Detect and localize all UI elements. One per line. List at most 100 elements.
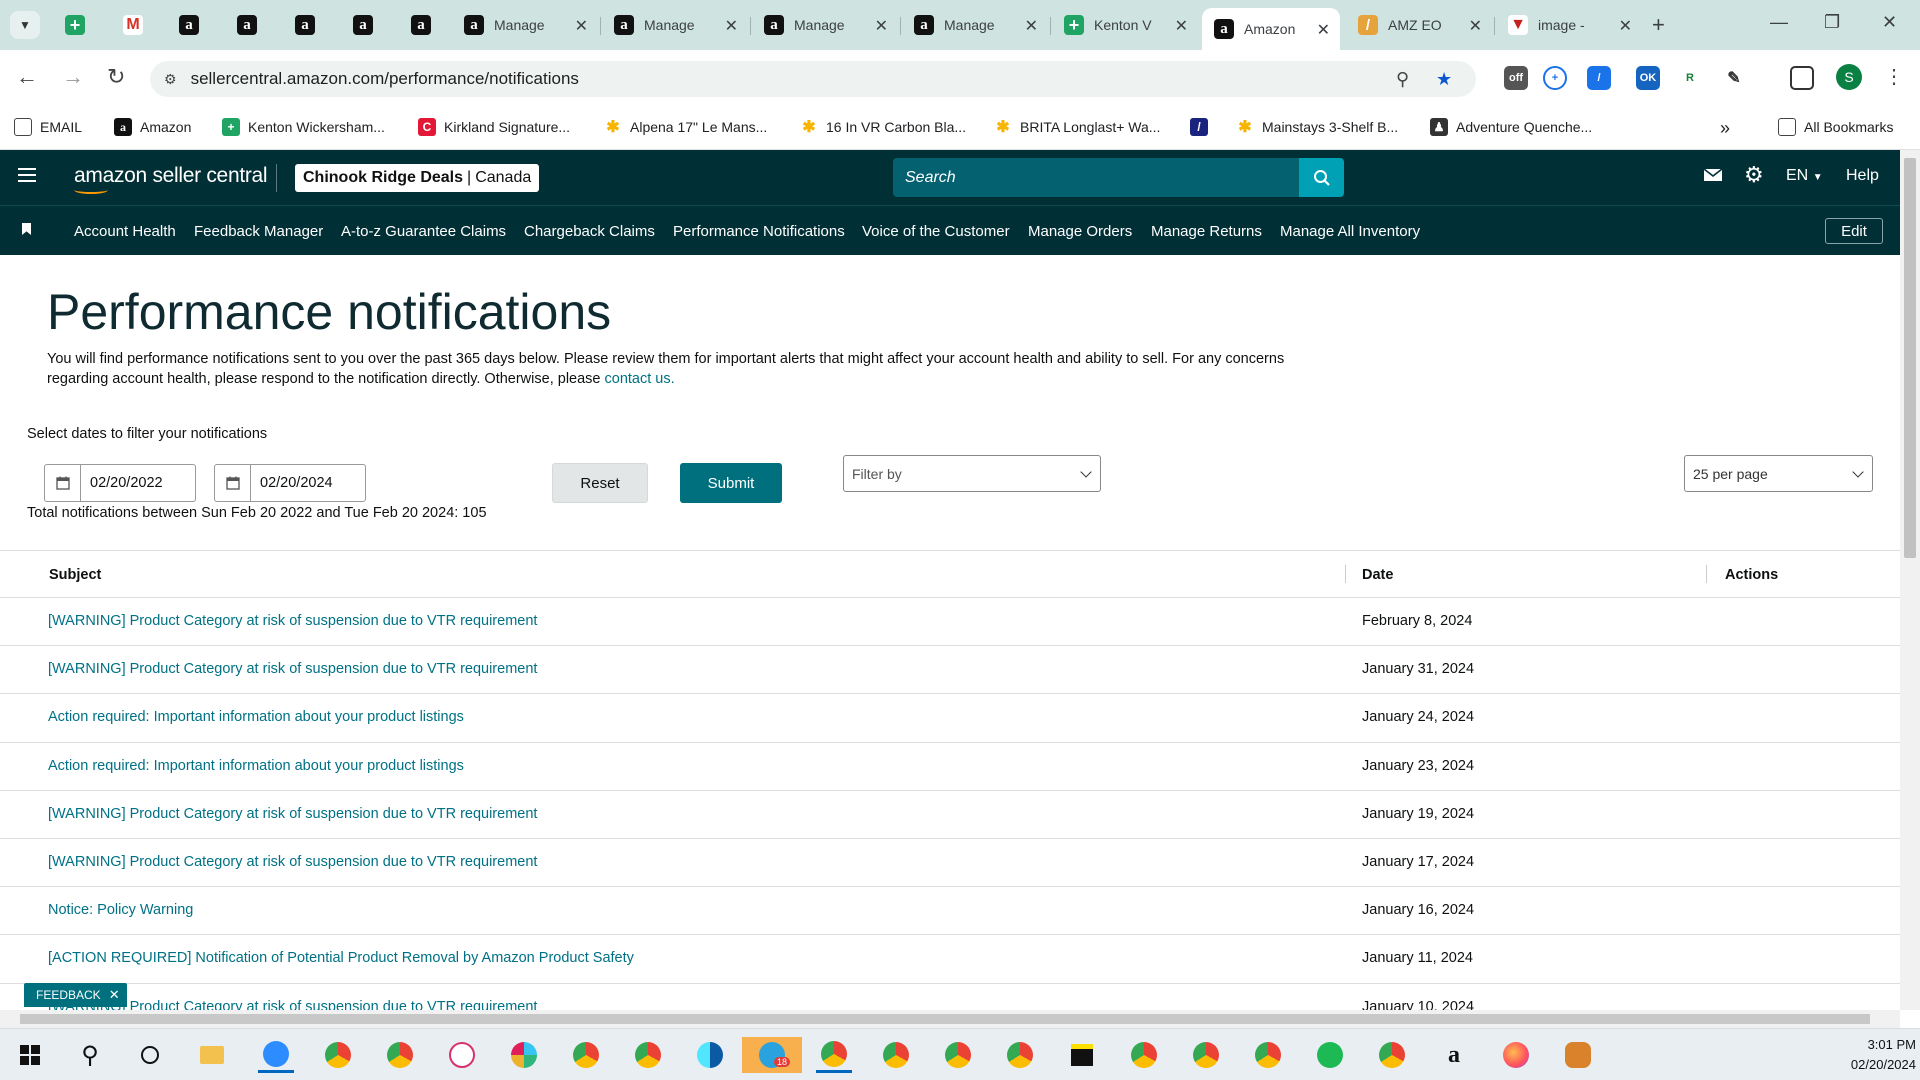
- close-icon[interactable]: ✕: [875, 16, 888, 36]
- chrome-profile-icon[interactable]: [1250, 1037, 1286, 1073]
- zoom-app-icon[interactable]: [258, 1037, 294, 1073]
- vertical-scrollbar[interactable]: [1900, 150, 1920, 1010]
- contact-us-link[interactable]: contact us.: [605, 371, 675, 387]
- bookmark-star-icon[interactable]: ★: [1436, 69, 1452, 90]
- browser-tab[interactable]: a Manage ✕: [602, 8, 748, 42]
- bookmark-folder[interactable]: EMAIL: [14, 118, 82, 136]
- restore-icon[interactable]: ❐: [1824, 12, 1840, 33]
- side-panel-icon[interactable]: [1790, 66, 1814, 90]
- close-icon[interactable]: ✕: [1317, 20, 1330, 40]
- close-icon[interactable]: ✕: [1469, 16, 1482, 36]
- bookmark-item[interactable]: a Amazon: [114, 118, 191, 136]
- browser-tab[interactable]: ▼ image - ✕: [1496, 8, 1642, 42]
- settings-gear-icon[interactable]: ⚙: [1744, 162, 1764, 188]
- file-explorer-icon[interactable]: [194, 1037, 230, 1073]
- date-from-value[interactable]: 02/20/2022: [81, 465, 163, 501]
- calendar-icon[interactable]: [215, 465, 251, 501]
- amazon-app-icon[interactable]: a: [1436, 1037, 1472, 1073]
- seller-central-logo[interactable]: amazon seller central: [74, 164, 268, 194]
- reset-button[interactable]: Reset: [552, 463, 648, 503]
- pinned-tab-amazon-4[interactable]: a: [348, 10, 378, 40]
- nav-performance-notifications[interactable]: Performance Notifications: [673, 223, 845, 240]
- edit-nav-button[interactable]: Edit: [1825, 218, 1883, 244]
- help-link[interactable]: Help: [1846, 167, 1879, 185]
- all-bookmarks[interactable]: All Bookmarks: [1778, 118, 1893, 136]
- date-from-field[interactable]: 02/20/2022: [44, 464, 196, 502]
- store-switcher[interactable]: Chinook Ridge Deals | Canada: [295, 164, 540, 192]
- chrome-profile-icon[interactable]: [320, 1037, 356, 1073]
- bookmark-item[interactable]: C Kirkland Signature...: [418, 118, 570, 136]
- chrome-profile-icon[interactable]: [1188, 1037, 1224, 1073]
- telegram-icon[interactable]: 18: [742, 1037, 802, 1073]
- feedback-tab[interactable]: FEEDBACK ✕: [24, 983, 127, 1007]
- pinned-tab-amazon-5[interactable]: a: [406, 10, 436, 40]
- app-icon[interactable]: [1560, 1037, 1596, 1073]
- chrome-profile-icon[interactable]: [816, 1037, 852, 1073]
- bookmark-item[interactable]: /: [1190, 118, 1216, 136]
- search-input[interactable]: Search: [893, 158, 1299, 197]
- chrome-profile-icon[interactable]: [568, 1037, 604, 1073]
- scrollbar-thumb[interactable]: [20, 1014, 1870, 1024]
- close-icon[interactable]: ✕: [1025, 16, 1038, 36]
- reload-icon[interactable]: ↻: [107, 64, 125, 90]
- forward-icon[interactable]: →: [62, 64, 84, 90]
- sticky-notes-icon[interactable]: [1064, 1037, 1100, 1073]
- nav-voice-of-customer[interactable]: Voice of the Customer: [862, 223, 1010, 240]
- slack-icon[interactable]: [506, 1037, 542, 1073]
- pinned-tab-gmail[interactable]: M: [118, 10, 148, 40]
- windows-start-icon[interactable]: [12, 1037, 48, 1073]
- browser-tab[interactable]: / AMZ EO ✕: [1346, 8, 1492, 42]
- language-selector[interactable]: EN ▼: [1786, 167, 1823, 185]
- browser-tab[interactable]: a Manage ✕: [902, 8, 1048, 42]
- chrome-profile-icon[interactable]: [1126, 1037, 1162, 1073]
- notification-subject-link[interactable]: [WARNING] Product Category at risk of su…: [48, 806, 537, 822]
- notification-subject-link[interactable]: [WARNING] Product Category at risk of su…: [48, 854, 537, 870]
- close-icon[interactable]: ✕: [575, 16, 588, 36]
- tab-search-button[interactable]: ▼: [10, 11, 40, 39]
- date-to-field[interactable]: 02/20/2024: [214, 464, 366, 502]
- profile-avatar[interactable]: S: [1836, 64, 1862, 90]
- hamburger-menu-icon[interactable]: [18, 168, 36, 182]
- column-header-date[interactable]: Date: [1362, 567, 1393, 583]
- system-clock[interactable]: 3:01 PM 02/20/2024: [1830, 1035, 1916, 1075]
- nav-feedback-manager[interactable]: Feedback Manager: [194, 223, 323, 240]
- notification-subject-link[interactable]: [WARNING] Product Category at risk of su…: [48, 613, 537, 629]
- extension-off-icon[interactable]: off: [1504, 66, 1528, 90]
- more-bookmarks-icon[interactable]: »: [1720, 118, 1730, 139]
- address-bar[interactable]: ⚙ sellercentral.amazon.com/performance/n…: [150, 61, 1476, 97]
- bookmark-item[interactable]: ✱ Mainstays 3-Shelf B...: [1236, 118, 1398, 136]
- firefox-icon[interactable]: [1498, 1037, 1534, 1073]
- url-text[interactable]: sellercentral.amazon.com/performance/not…: [191, 69, 579, 89]
- nav-manage-all-inventory[interactable]: Manage All Inventory: [1280, 223, 1420, 240]
- browser-tab[interactable]: a Manage ✕: [752, 8, 898, 42]
- per-page-select[interactable]: 25 per page: [1684, 455, 1873, 492]
- date-to-value[interactable]: 02/20/2024: [251, 465, 333, 501]
- extension-icon[interactable]: R: [1678, 66, 1702, 90]
- notification-subject-link[interactable]: Action required: Important information a…: [48, 709, 464, 725]
- window-close-icon[interactable]: ✕: [1882, 12, 1897, 33]
- nav-a-to-z-claims[interactable]: A-to-z Guarantee Claims: [341, 223, 506, 240]
- notification-subject-link[interactable]: Action required: Important information a…: [48, 758, 464, 774]
- site-info-icon[interactable]: ⚙: [164, 71, 177, 88]
- app-icon[interactable]: [444, 1037, 480, 1073]
- close-icon[interactable]: ✕: [1175, 16, 1188, 36]
- scrollbar-thumb[interactable]: [1904, 158, 1916, 558]
- bookmark-item[interactable]: ✱ 16 In VR Carbon Bla...: [800, 118, 966, 136]
- search-button[interactable]: [1299, 158, 1344, 197]
- cortana-icon[interactable]: [132, 1037, 168, 1073]
- chrome-profile-icon[interactable]: [1374, 1037, 1410, 1073]
- close-icon[interactable]: ✕: [1619, 16, 1632, 36]
- nav-chargeback-claims[interactable]: Chargeback Claims: [524, 223, 655, 240]
- spotify-icon[interactable]: [1312, 1037, 1348, 1073]
- nav-manage-returns[interactable]: Manage Returns: [1151, 223, 1262, 240]
- extension-icon[interactable]: +: [1543, 66, 1567, 90]
- extension-icon[interactable]: /: [1587, 66, 1611, 90]
- close-icon[interactable]: ✕: [725, 16, 738, 36]
- browser-tab-active[interactable]: a Amazon ✕: [1202, 8, 1340, 50]
- notification-subject-link[interactable]: Notice: Policy Warning: [48, 902, 193, 918]
- zoom-icon[interactable]: ⚲: [1396, 69, 1409, 90]
- chrome-profile-icon[interactable]: [630, 1037, 666, 1073]
- pinned-tab-amazon-3[interactable]: a: [290, 10, 320, 40]
- bookmark-item[interactable]: ✱ Alpena 17" Le Mans...: [604, 118, 767, 136]
- edge-icon[interactable]: [692, 1037, 728, 1073]
